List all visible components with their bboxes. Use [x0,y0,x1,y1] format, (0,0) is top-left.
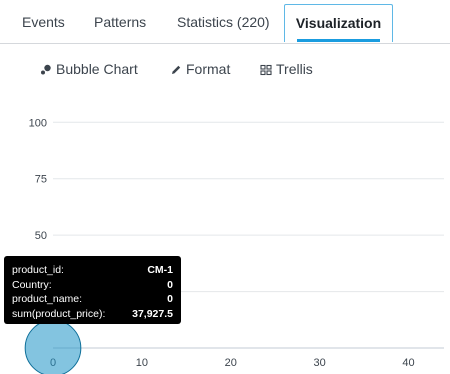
tooltip-row: sum(product_price): 37,927.5 [12,307,173,322]
tooltip-value: CM-1 [147,264,173,276]
bubble-chart-icon [41,65,51,75]
tooltip-row: Country: 0 [12,278,173,293]
data-bubble [24,319,82,374]
x-tick-label: 40 [402,357,414,369]
data-point-tooltip: product_id: CM-1 Country: 0 product_name… [4,256,181,324]
x-tick-label: 20 [225,357,237,369]
tooltip-row: product_name: 0 [12,292,173,307]
tooltip-row: product_id: CM-1 [12,263,173,278]
x-tick-label: 10 [136,357,148,369]
tooltip-key: Country: [12,278,52,291]
x-tick-label: 30 [313,357,325,369]
tab-visualization[interactable]: Visualization [284,4,393,42]
trellis-label: Trellis [276,61,313,77]
format-label: Format [186,61,231,77]
tooltip-key: product_id: [12,264,64,276]
visualization-toolbar: Bubble Chart Format Trellis [0,56,450,82]
tooltip-key: sum(product_price): [12,307,106,320]
tab-bar: Events Patterns Statistics (220) Visuali… [0,0,450,44]
y-tick-label: 75 [35,174,47,186]
tooltip-value: 37,927.5 [132,307,173,320]
tooltip-value: 0 [167,278,173,291]
chart-type-label: Bubble Chart [56,61,138,77]
tab-statistics[interactable]: Statistics (220) [169,4,278,41]
bubble-chart: 100755025010203040 product_name [0,90,450,374]
tab-visualization-label: Visualization [295,15,382,31]
trellis-grid-icon [260,65,272,76]
chart-plot-area: 100755025010203040 [24,117,444,374]
tab-events[interactable]: Events [14,4,73,41]
tooltip-value: 0 [167,293,173,305]
tab-patterns[interactable]: Patterns [86,4,154,41]
pencil-icon [172,66,181,75]
trellis-button[interactable]: Trellis [260,56,313,82]
active-tab-indicator [297,39,380,42]
chart-type-button[interactable]: Bubble Chart [40,56,138,82]
y-tick-label: 100 [29,117,47,129]
y-tick-label: 50 [35,230,47,242]
tooltip-key: product_name: [12,293,83,305]
format-button[interactable]: Format [170,56,230,82]
